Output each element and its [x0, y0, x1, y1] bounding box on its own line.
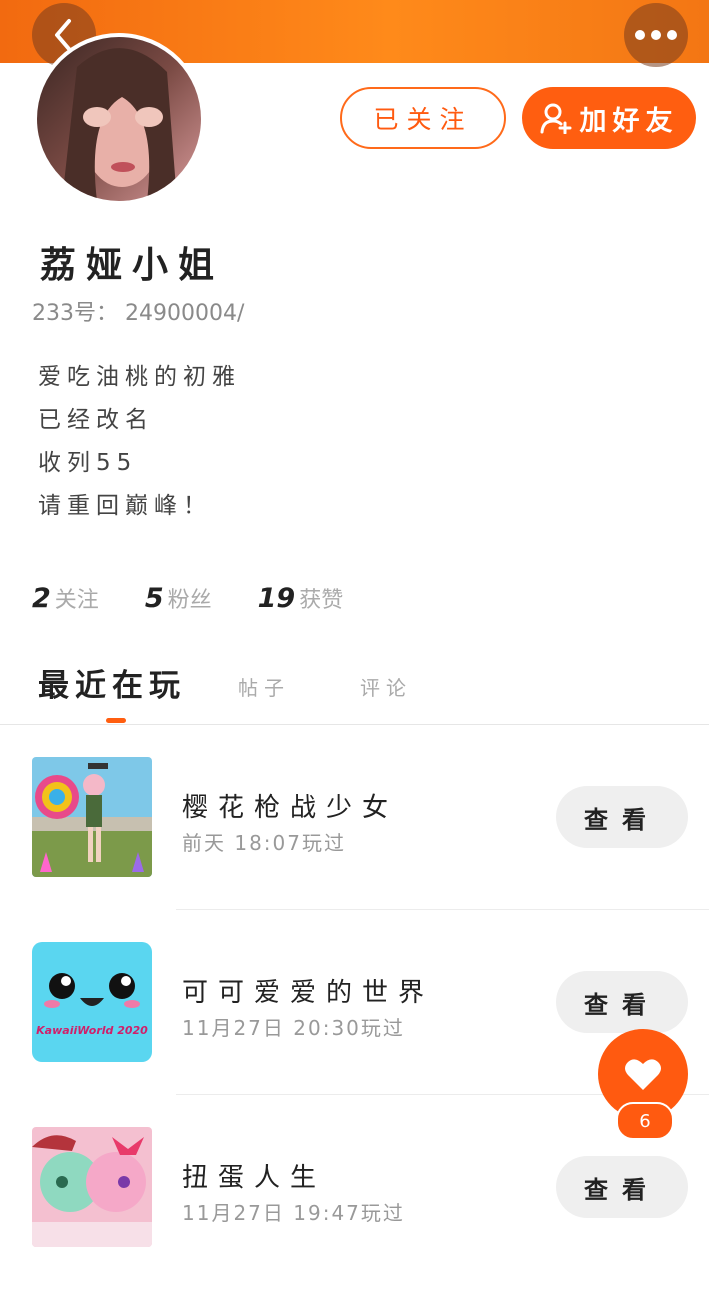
tab-recently-played[interactable]: 最近在玩 [38, 660, 186, 705]
view-button[interactable]: 查看 [556, 971, 688, 1033]
more-dots-icon [635, 30, 677, 40]
add-friend-icon [540, 103, 571, 134]
bio-line: 已经改名 [38, 407, 154, 433]
thumbnail-text: KawaiiWorld 2020 [36, 1024, 148, 1037]
profile-stats: 2 关注 5 粉丝 19 获赞 [32, 582, 389, 614]
game-played-time: 前天 18:07玩过 [182, 831, 346, 855]
avatar[interactable] [33, 33, 205, 205]
stat-label: 获赞 [299, 588, 344, 613]
row-divider [176, 909, 709, 910]
profile-tabs: 最近在玩 帖子 评论 [38, 660, 482, 705]
view-button[interactable]: 查看 [556, 786, 688, 848]
stat-fans[interactable]: 5 粉丝 [145, 582, 212, 614]
followed-button[interactable]: 已关注 [340, 87, 506, 149]
more-button[interactable] [624, 3, 688, 67]
game-row[interactable]: KawaiiWorld 2020 可可爱爱的世界 11月27日 20:30玩过 … [0, 942, 709, 1127]
stat-value: 19 [257, 583, 296, 614]
game-title: 扭蛋人生 [182, 1163, 327, 1193]
add-friend-button[interactable]: 加好友 [522, 87, 696, 149]
profile-bio: 爱吃油桃的初雅 已经改名 收列55 请重回巅峰！ [38, 356, 241, 528]
bio-line: 爱吃油桃的初雅 [38, 364, 241, 390]
game-thumbnail[interactable] [32, 1127, 152, 1247]
stat-value: 5 [144, 583, 164, 614]
heart-icon [625, 1059, 661, 1090]
game-thumbnail[interactable]: KawaiiWorld 2020 [32, 942, 152, 1062]
game-row[interactable]: 扭蛋人生 11月27日 19:47玩过 查看 [0, 1127, 709, 1312]
stat-label: 关注 [54, 588, 99, 613]
tab-comments[interactable]: 评论 [360, 672, 412, 705]
game-played-time: 11月27日 19:47玩过 [182, 1201, 405, 1225]
game-played-time: 11月27日 20:30玩过 [182, 1016, 405, 1040]
tab-indicator [106, 718, 126, 723]
game-thumbnail[interactable] [32, 757, 152, 877]
stat-likes[interactable]: 19 获赞 [258, 582, 344, 614]
game-title: 可可爱爱的世界 [182, 978, 435, 1008]
stat-label: 粉丝 [167, 588, 212, 613]
stat-value: 2 [32, 583, 51, 614]
tab-posts[interactable]: 帖子 [238, 672, 290, 705]
bio-line: 收列55 [38, 450, 138, 476]
game-row[interactable]: 樱花枪战少女 前天 18:07玩过 查看 [0, 757, 709, 942]
view-button[interactable]: 查看 [556, 1156, 688, 1218]
game-thumbnail-image [32, 1127, 152, 1247]
avatar-image [37, 37, 201, 201]
user-id: 233号： 24900004/ [32, 301, 245, 326]
profile-name: 荔娅小姐 [40, 245, 225, 286]
stat-following[interactable]: 2 关注 [32, 582, 99, 614]
game-title: 樱花枪战少女 [182, 793, 399, 823]
divider [0, 724, 709, 725]
bio-line: 请重回巅峰！ [38, 493, 212, 519]
add-friend-label: 加好友 [579, 105, 679, 137]
game-thumbnail-image: KawaiiWorld 2020 [32, 942, 152, 1062]
game-thumbnail-image [32, 757, 152, 877]
like-count-badge: 6 [616, 1102, 674, 1140]
